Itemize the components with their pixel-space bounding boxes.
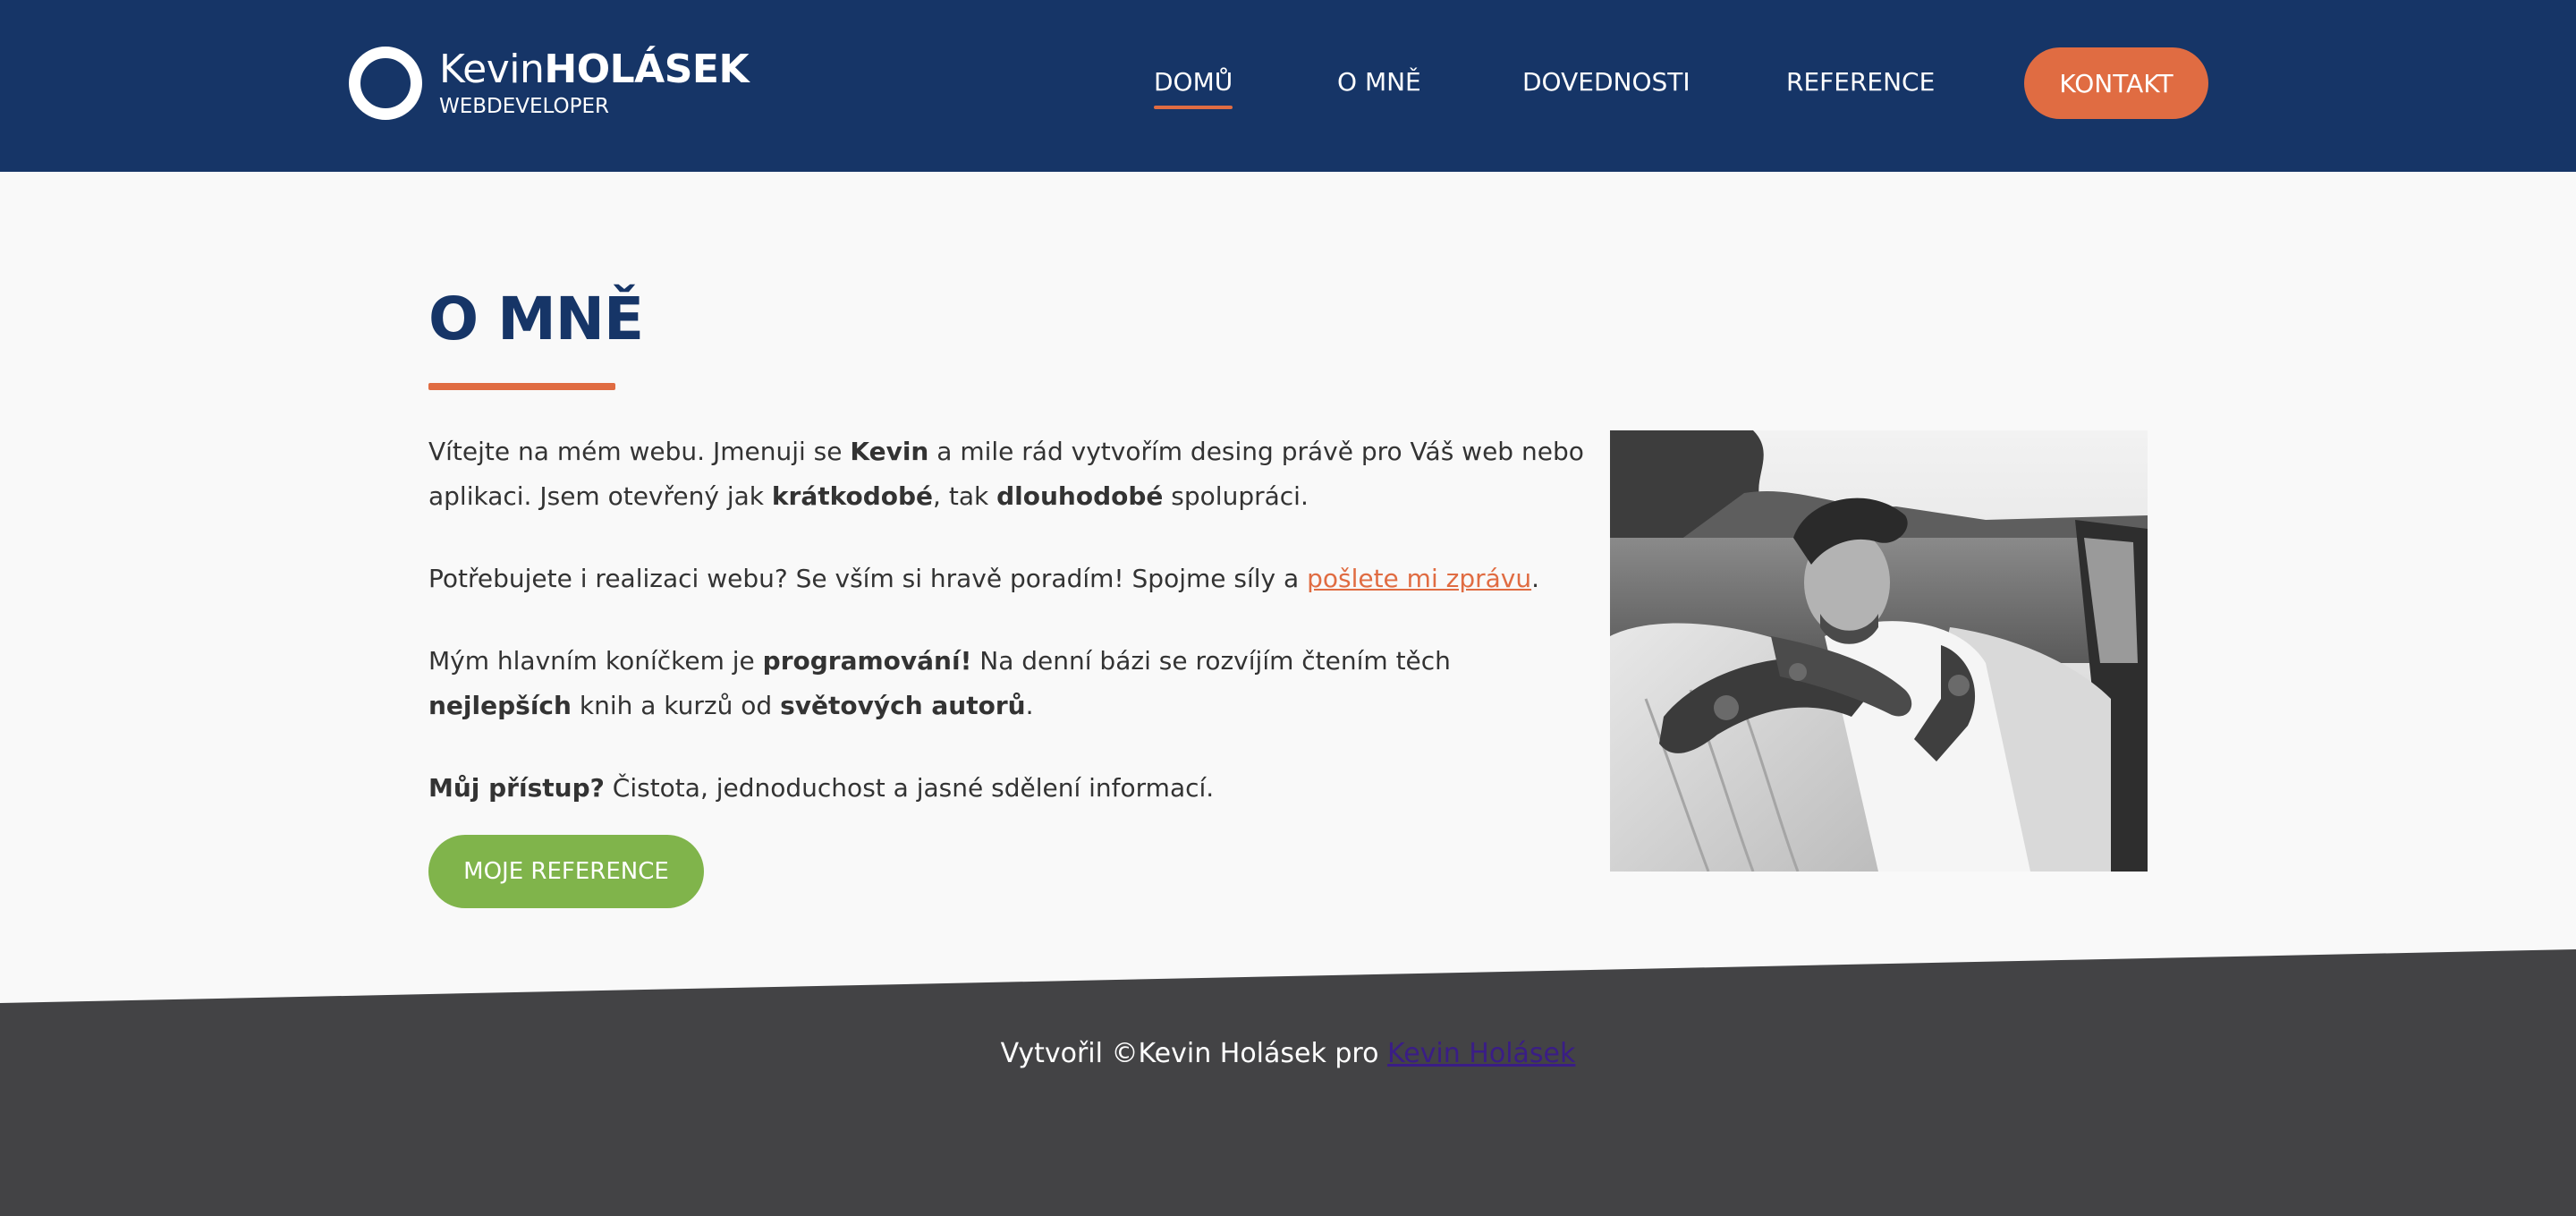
footer-credit-text: Vytvořil ©Kevin Holásek pro xyxy=(1000,1038,1388,1069)
logo-subtitle: WEBDEVELOPER xyxy=(439,94,610,118)
bold-authors: světových autorů xyxy=(780,691,1026,720)
logo-name: KevinHOLÁSEK xyxy=(439,46,750,92)
profile-photo-image xyxy=(1610,430,2148,872)
text: spolupráci. xyxy=(1163,481,1309,511)
text: knih a kurzů od xyxy=(571,691,781,720)
my-references-button[interactable]: MOJE REFERENCE xyxy=(428,835,704,908)
nav-item-dovednosti[interactable]: DOVEDNOSTI xyxy=(1522,64,1690,100)
bold-name: Kevin xyxy=(850,437,929,466)
text: Mým hlavním koníčkem je xyxy=(428,646,763,676)
nav-item-reference[interactable]: REFERENCE xyxy=(1786,64,1935,100)
logo-text: KevinHOLÁSEK WEBDEVELOPER xyxy=(439,46,750,119)
nav-item-domu[interactable]: DOMŮ xyxy=(1154,64,1233,109)
footer-credit: Vytvořil ©Kevin Holásek pro Kevin Holáse… xyxy=(0,1038,2576,1069)
text: . xyxy=(1025,691,1034,720)
logo-ring-icon xyxy=(349,46,422,120)
footer-author-link[interactable]: Kevin Holásek xyxy=(1387,1038,1575,1069)
site-header: KevinHOLÁSEK WEBDEVELOPER DOMŮ O MNĚ DOV… xyxy=(0,0,2576,172)
logo[interactable]: KevinHOLÁSEK WEBDEVELOPER xyxy=(349,45,750,121)
text: Potřebujete i realizaci webu? Se vším si… xyxy=(428,564,1308,593)
footer-background xyxy=(0,949,2576,1216)
text: , tak xyxy=(933,481,997,511)
title-underline xyxy=(428,383,615,390)
nav-item-o-mne[interactable]: O MNĚ xyxy=(1337,64,1421,100)
page-title: O MNĚ xyxy=(428,285,644,353)
bold-approach: Můj přístup? xyxy=(428,773,605,803)
text: . xyxy=(1531,564,1539,593)
bold-best: nejlepších xyxy=(428,691,572,720)
approach-paragraph: Můj přístup? Čistota, jednoduchost a jas… xyxy=(428,766,1591,811)
text: Vítejte na mém webu. Jmenuji se xyxy=(428,437,851,466)
text: Čistota, jednoduchost a jasné sdělení in… xyxy=(604,773,1215,803)
logo-first-name: Kevin xyxy=(439,46,545,92)
send-message-link[interactable]: pošlete mi zprávu xyxy=(1307,564,1531,593)
intro-paragraph: Vítejte na mém webu. Jmenuji se Kevin a … xyxy=(428,429,1591,519)
bold-programming: programování! xyxy=(762,646,972,676)
hobby-paragraph: Mým hlavním koníčkem je programování! Na… xyxy=(428,639,1591,728)
bold-long-term: dlouhodobé xyxy=(996,481,1164,511)
bold-short-term: krátkodobé xyxy=(771,481,934,511)
profile-photo xyxy=(1610,430,2148,872)
contact-button[interactable]: KONTAKT xyxy=(2024,47,2208,119)
text: Na denní bázi se rozvíjím čtením těch xyxy=(971,646,1451,676)
logo-last-name: HOLÁSEK xyxy=(544,46,750,92)
realization-paragraph: Potřebujete i realizaci webu? Se vším si… xyxy=(428,557,1591,601)
